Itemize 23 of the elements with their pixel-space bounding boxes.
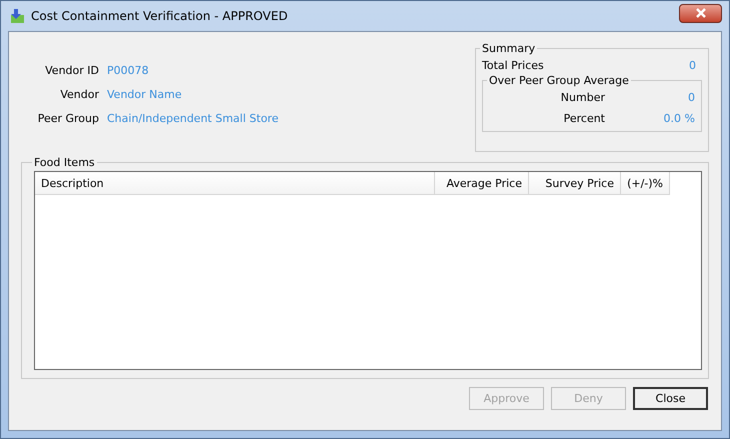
group-title: Over Peer Group Average [488, 74, 630, 87]
column-header[interactable]: Average Price [435, 172, 529, 195]
column-header[interactable]: Description [35, 172, 435, 195]
group-title: Food Items [33, 156, 96, 169]
total-label: Total Prices [482, 59, 544, 72]
group-title: Summary [481, 42, 536, 55]
dialog-button[interactable]: Close [633, 387, 708, 410]
close-icon[interactable] [679, 4, 722, 22]
field-label: Peer Group [36, 112, 99, 125]
window-title: Cost Containment Verification - APPROVED [31, 9, 289, 23]
stat-label: Number [560, 91, 606, 104]
field-label: Vendor [59, 88, 99, 101]
app-icon [9, 8, 25, 24]
field-value: Chain/Independent Small Store [107, 112, 278, 125]
field-value: Vendor Name [107, 88, 183, 101]
stat-label: Percent [562, 112, 606, 125]
stat-value: 0 [687, 91, 695, 104]
column-header[interactable]: Survey Price [529, 172, 621, 195]
field-label: Vendor ID [44, 64, 99, 77]
field-value: P00078 [107, 64, 150, 77]
column-header[interactable]: (+/-)% [621, 172, 670, 195]
stat-value: 0.0 % [662, 112, 695, 125]
total-value: 0 [689, 59, 696, 72]
